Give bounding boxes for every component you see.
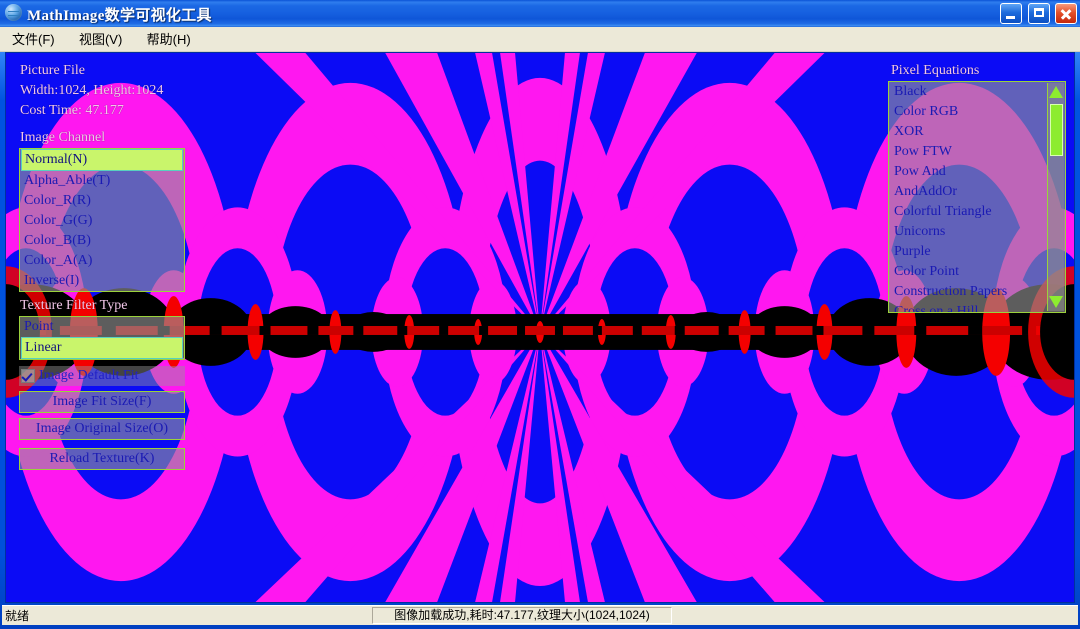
equation-item-cross-on-a-hill[interactable]: Cross on a Hill [889, 302, 1065, 312]
menu-item-help[interactable]: 帮助(H) [138, 28, 200, 50]
channel-item-inverse[interactable]: Inverse(I) [20, 271, 184, 291]
channel-item-color-g[interactable]: Color_G(G) [20, 211, 184, 231]
equation-item-unicorns[interactable]: Unicorns [889, 222, 1065, 242]
equation-item-color-rgb[interactable]: Color RGB [889, 102, 1065, 122]
equation-item-purple[interactable]: Purple [889, 242, 1065, 262]
checkbox-check-icon [21, 369, 35, 383]
equation-item-construction-papers[interactable]: Construction Papers [889, 282, 1065, 302]
channel-item-color-b[interactable]: Color_B(B) [20, 231, 184, 251]
texture-filter-type-label: Texture Filter Type [20, 298, 128, 313]
pixel-equations-label: Pixel Equations [891, 63, 980, 78]
status-ready-text: 就绪 [5, 609, 30, 623]
texture-filter-listbox[interactable]: Point Linear [19, 316, 185, 360]
equation-item-color-point[interactable]: Color Point [889, 262, 1065, 282]
filter-item-point[interactable]: Point [20, 317, 184, 337]
channel-item-alpha-able[interactable]: Alpha_Able(T) [20, 171, 184, 191]
menu-bar: 文件(F) 视图(V) 帮助(H) [0, 27, 1080, 52]
status-bar: 就绪 图像加载成功,耗时:47.177,纹理大小(1024,1024) [2, 605, 1078, 625]
title-bar: MathImage数学可视化工具 [0, 0, 1080, 27]
image-canvas-area[interactable]: Picture File Width:1024, Height:1024 Cos… [5, 52, 1075, 603]
channel-item-normal[interactable]: Normal(N) [21, 149, 183, 171]
close-button[interactable] [1055, 3, 1077, 24]
image-original-size-button[interactable]: Image Original Size(O) [19, 418, 185, 440]
pixel-equations-listbox[interactable]: Black Color RGB XOR Pow FTW Pow And AndA… [888, 81, 1066, 313]
reload-texture-button[interactable]: Reload Texture(K) [19, 448, 185, 470]
image-fit-size-button[interactable]: Image Fit Size(F) [19, 391, 185, 413]
left-overlay-panel: Picture File Width:1024, Height:1024 Cos… [14, 61, 194, 470]
maximize-icon [1029, 4, 1049, 23]
menu-item-file[interactable]: 文件(F) [3, 28, 64, 50]
image-channel-label: Image Channel [20, 130, 106, 145]
close-icon [1056, 4, 1076, 23]
window-title: MathImage数学可视化工具 [27, 8, 212, 24]
equation-item-colorful-triangle[interactable]: Colorful Triangle [889, 202, 1065, 222]
equation-item-black[interactable]: Black [889, 82, 1065, 102]
channel-item-color-a[interactable]: Color_A(A) [20, 251, 184, 271]
globe-icon [5, 4, 22, 21]
pixel-equations-scrollbar[interactable] [1047, 83, 1064, 311]
scroll-down-arrow-icon[interactable] [1049, 296, 1063, 308]
image-default-fit-checkbox[interactable]: Image Default Fit [19, 366, 185, 386]
right-overlay-panel: Pixel Equations Black Color RGB XOR Pow … [888, 61, 1066, 313]
cost-time-label: Cost Time: 47.177 [20, 103, 124, 118]
image-dimensions-label: Width:1024, Height:1024 [20, 83, 164, 98]
image-channel-listbox[interactable]: Normal(N) Alpha_Able(T) Color_R(R) Color… [19, 148, 185, 292]
picture-file-label: Picture File [20, 63, 85, 78]
scrollbar-thumb[interactable] [1050, 104, 1063, 156]
scroll-up-arrow-icon[interactable] [1049, 86, 1063, 98]
filter-item-linear[interactable]: Linear [21, 337, 183, 359]
equation-item-pow-ftw[interactable]: Pow FTW [889, 142, 1065, 162]
channel-item-color-r[interactable]: Color_R(R) [20, 191, 184, 211]
image-default-fit-label: Image Default Fit [39, 368, 139, 383]
minimize-button[interactable] [1000, 3, 1023, 24]
window-controls [998, 3, 1077, 25]
status-detail-panel: 图像加载成功,耗时:47.177,纹理大小(1024,1024) [372, 607, 672, 624]
equation-item-pow-and[interactable]: Pow And [889, 162, 1065, 182]
equation-item-xor[interactable]: XOR [889, 122, 1065, 142]
menu-item-view[interactable]: 视图(V) [70, 28, 131, 50]
app-window: MathImage数学可视化工具 文件(F) 视图(V) 帮助(H) Pictu… [0, 0, 1080, 629]
minimize-icon [1001, 4, 1021, 23]
equation-item-and-add-or[interactable]: AndAddOr [889, 182, 1065, 202]
maximize-button[interactable] [1027, 3, 1050, 24]
